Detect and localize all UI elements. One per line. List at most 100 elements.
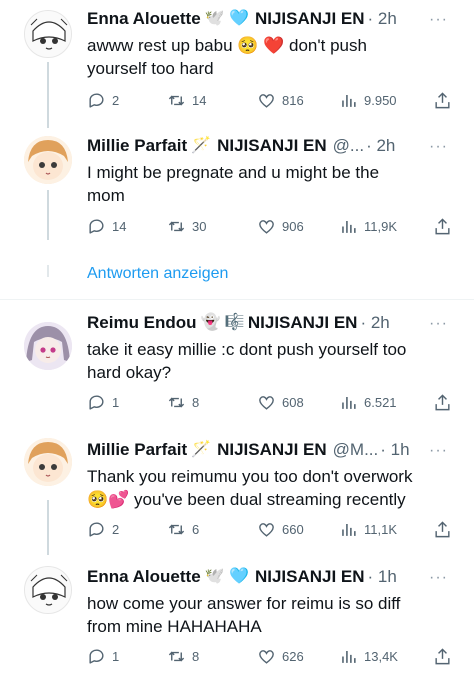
retweet-icon: [168, 95, 185, 105]
views-button[interactable]: 9.950: [339, 91, 397, 110]
retweet-icon: [168, 651, 185, 661]
views-button[interactable]: 11,9K: [339, 217, 397, 236]
silver-hair-girl-avatar-icon: [24, 322, 72, 370]
tweet[interactable]: Millie Parfait 🪄 NIJISANJI EN @M... · 1h…: [0, 432, 474, 557]
retweet-button[interactable]: 14: [167, 91, 206, 110]
share-button[interactable]: [433, 520, 452, 539]
like-count: 906: [282, 218, 304, 234]
timestamp[interactable]: · 2h: [366, 136, 395, 156]
name-emojis: 🕊️ 🩵: [204, 568, 249, 585]
affiliation: NIJISANJI EN: [217, 136, 327, 155]
heart-icon: [259, 522, 274, 537]
tweet-text-line: how come your answer for reimu is so dif…: [87, 594, 401, 613]
views-button[interactable]: 11,1K: [339, 520, 397, 539]
reply-count: 1: [112, 648, 120, 664]
heart-icon: [259, 649, 274, 664]
author-name[interactable]: Millie Parfait: [87, 440, 187, 460]
views-chart-icon: [342, 650, 356, 663]
reply-icon: [89, 218, 104, 234]
reply-button[interactable]: 2: [87, 91, 119, 110]
reply-button[interactable]: 14: [87, 217, 126, 236]
timestamp[interactable]: · 1h: [380, 440, 409, 460]
author-handle[interactable]: @...: [333, 136, 364, 156]
tweet-text-line: hard okay?: [87, 363, 172, 382]
more-options-icon[interactable]: ···: [429, 442, 448, 460]
more-options-icon[interactable]: ···: [429, 569, 448, 587]
like-button[interactable]: 608: [257, 393, 304, 412]
share-icon: [435, 520, 450, 537]
views-button[interactable]: 6.521: [339, 393, 397, 412]
retweet-count: 8: [192, 648, 200, 664]
tweet-text-line: take it easy millie :c dont push yoursel…: [87, 340, 407, 359]
affiliation: NIJISANJI EN: [254, 567, 365, 586]
more-options-icon[interactable]: ···: [429, 11, 448, 29]
tweet-text-line: 🥺💕 you've been dual streaming recently: [87, 490, 406, 509]
author-handle[interactable]: @M...: [333, 440, 379, 460]
like-button[interactable]: 816: [257, 91, 304, 110]
more-options-icon[interactable]: ···: [429, 315, 448, 333]
retweet-button[interactable]: 6: [167, 520, 199, 539]
tweet-text: awww rest up babu 🥺 ❤️ don't push yourse…: [87, 34, 427, 80]
name-emojis: 🕊️ 🩵: [204, 10, 249, 27]
tweet-actions: 14 30 906 11,9K: [87, 216, 452, 236]
name-emojis: 👻 🎼: [200, 314, 245, 331]
retweet-count: 14: [192, 92, 207, 108]
view-count: 9.950: [364, 92, 397, 108]
timestamp[interactable]: · 2h: [368, 9, 397, 29]
share-button[interactable]: [433, 217, 452, 236]
retweet-button[interactable]: 8: [167, 393, 199, 412]
reply-button[interactable]: 1: [87, 393, 119, 412]
author-name[interactable]: Enna Alouette: [87, 9, 201, 29]
like-count: 608: [282, 394, 304, 410]
timestamp[interactable]: · 2h: [360, 313, 389, 333]
reply-button[interactable]: 2: [87, 520, 119, 539]
retweet-button[interactable]: 8: [167, 647, 199, 666]
reply-count: 2: [112, 521, 120, 537]
retweet-count: 30: [192, 218, 207, 234]
like-button[interactable]: 660: [257, 520, 304, 539]
tweet-text-line: from mine HAHAHAHA: [87, 617, 262, 636]
tweet[interactable]: Enna Alouette 🕊️ 🩵 NIJISANJI EN · 2h ···…: [0, 0, 474, 130]
avatar[interactable]: [24, 566, 72, 614]
views-chart-icon: [342, 220, 356, 233]
author-name[interactable]: Enna Alouette: [87, 567, 201, 587]
like-count: 816: [282, 92, 304, 108]
avatar[interactable]: [24, 136, 72, 184]
tweet[interactable]: Reimu Endou 👻 🎼 NIJISANJI EN · 2h ··· ta…: [0, 300, 474, 430]
share-icon: [435, 91, 450, 108]
tweet-text: Thank you reimumu you too don't overwork…: [87, 465, 457, 511]
sketch-girl-avatar-icon: [25, 11, 71, 57]
avatar[interactable]: [24, 438, 72, 486]
tweet[interactable]: Millie Parfait 🪄 NIJISANJI EN @... · 2h …: [0, 130, 474, 250]
views-chart-icon: [342, 523, 356, 536]
retweet-button[interactable]: 30: [167, 217, 206, 236]
tweet[interactable]: Enna Alouette 🕊️ 🩵 NIJISANJI EN · 1h ···…: [0, 560, 474, 690]
affiliation: NIJISANJI EN: [254, 9, 365, 28]
name-emojis: 🪄: [191, 137, 212, 154]
author-name[interactable]: Reimu Endou: [87, 313, 197, 333]
like-button[interactable]: 906: [257, 217, 304, 236]
show-replies-link[interactable]: Antworten anzeigen: [87, 265, 228, 283]
timestamp[interactable]: · 1h: [368, 567, 397, 587]
share-button[interactable]: [433, 393, 452, 412]
like-button[interactable]: 626: [257, 647, 304, 666]
tweet-text: take it easy millie :c dont push yoursel…: [87, 338, 457, 384]
share-icon: [435, 647, 450, 664]
share-icon: [435, 217, 450, 234]
more-options-icon[interactable]: ···: [429, 138, 448, 156]
share-button[interactable]: [433, 91, 452, 110]
heart-icon: [259, 219, 274, 234]
views-button[interactable]: 13,4K: [339, 647, 398, 666]
tweet-header: Millie Parfait 🪄 NIJISANJI EN @... · 2h …: [87, 135, 474, 157]
avatar[interactable]: [24, 10, 72, 58]
author-name[interactable]: Millie Parfait: [87, 136, 187, 156]
retweet-icon: [168, 221, 185, 231]
retweet-count: 8: [192, 394, 200, 410]
tweet-header: Enna Alouette 🕊️ 🩵 NIJISANJI EN · 2h ···: [87, 8, 474, 30]
share-button[interactable]: [433, 647, 452, 666]
orange-hair-girl-avatar-icon: [24, 136, 72, 184]
reply-button[interactable]: 1: [87, 647, 119, 666]
reply-count: 2: [112, 92, 120, 108]
retweet-icon: [168, 524, 185, 534]
avatar[interactable]: [24, 322, 72, 370]
